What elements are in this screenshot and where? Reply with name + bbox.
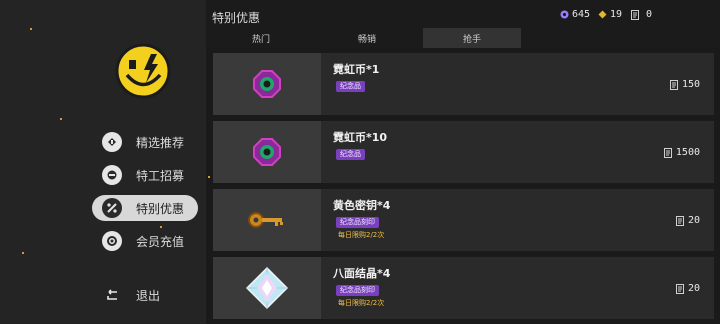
- page-title: 特别优惠: [212, 11, 261, 25]
- ticket-icon: [675, 215, 684, 226]
- coin-currency: 19: [598, 9, 622, 20]
- sidebar-item-label: 会员充值: [136, 234, 185, 249]
- daily-limit: 每日限购2/2次: [338, 231, 385, 239]
- sidebar-item-agent[interactable]: 特工招募: [92, 162, 198, 188]
- exit-label: 退出: [136, 288, 161, 303]
- tab-label: 热门: [251, 34, 270, 45]
- sidebar-item-offer[interactable]: 特别优惠: [92, 195, 198, 221]
- tab-bestseller[interactable]: 畅销: [318, 28, 416, 48]
- coin-icon: [598, 10, 607, 19]
- ticket-currency: 0: [631, 9, 652, 20]
- offer-icon: [102, 198, 122, 218]
- ticket-count: 0: [646, 9, 653, 20]
- ticket-icon: [669, 79, 678, 90]
- gem-currency: 645: [560, 9, 590, 20]
- product-card[interactable]: 霓虹币*1 纪念品 150: [213, 53, 714, 115]
- sidebar-item-member[interactable]: 会员充值: [92, 228, 198, 254]
- octahedron-crystal-icon: [245, 266, 289, 310]
- smiley-lightning-logo: [115, 43, 171, 99]
- ticket-icon: [631, 9, 639, 20]
- sidebar: 精选推荐 特工招募 特别优惠 会员充值 退出: [0, 0, 206, 324]
- decor-speck: [30, 28, 32, 30]
- recommend-icon: [102, 132, 122, 152]
- coin-count: 19: [610, 9, 623, 20]
- gem-icon: [560, 10, 569, 19]
- product-name: 霓虹币*1: [333, 63, 380, 76]
- member-icon: [102, 231, 122, 251]
- price: 20: [675, 215, 700, 226]
- decor-speck: [22, 252, 24, 254]
- price: 150: [669, 79, 700, 90]
- sidebar-item-label: 特工招募: [136, 168, 185, 183]
- souvenir-tag: 纪念品: [336, 81, 365, 92]
- price-value: 20: [687, 283, 700, 294]
- product-thumb: [213, 121, 321, 183]
- product-name: 八面结晶*4: [333, 267, 391, 280]
- product-name: 霓虹币*10: [333, 131, 388, 144]
- ticket-icon: [663, 147, 672, 158]
- exit-icon: [102, 285, 122, 305]
- product-list: 霓虹币*1 纪念品 150 霓虹币*10 纪念品 1500 黄色密钥*4 纪念品…: [206, 48, 720, 324]
- product-thumb: [213, 257, 321, 319]
- daily-limit: 每日限购2/2次: [338, 299, 385, 307]
- price: 1500: [663, 147, 700, 158]
- product-thumb: [213, 53, 321, 115]
- exit-button[interactable]: 退出: [92, 282, 198, 308]
- product-card[interactable]: 黄色密钥*4 纪念品刻印 每日限购2/2次 20: [213, 189, 714, 251]
- gem-count: 645: [572, 9, 591, 20]
- souvenir-tag: 纪念品: [336, 149, 365, 160]
- tab-label: 抢手: [462, 34, 481, 45]
- decor-speck: [60, 118, 62, 120]
- tab-hot[interactable]: 热门: [212, 28, 310, 48]
- sidebar-item-label: 精选推荐: [136, 135, 185, 150]
- neon-coin-icon: [253, 138, 281, 166]
- decor-speck: [208, 176, 210, 178]
- engraving-tag: 纪念品刻印: [336, 285, 379, 296]
- product-card[interactable]: 八面结晶*4 纪念品刻印 每日限购2/2次 20: [213, 257, 714, 319]
- product-card[interactable]: 霓虹币*10 纪念品 1500: [213, 121, 714, 183]
- yellow-key-icon: [248, 212, 283, 228]
- engraving-tag: 纪念品刻印: [336, 217, 379, 228]
- price: 20: [675, 283, 700, 294]
- tab-label: 畅销: [357, 34, 376, 45]
- sidebar-item-recommend[interactable]: 精选推荐: [92, 129, 198, 155]
- neon-coin-icon: [253, 70, 281, 98]
- ticket-icon: [675, 283, 684, 294]
- tab-popular[interactable]: 抢手: [423, 28, 521, 48]
- agent-icon: [102, 165, 122, 185]
- price-value: 20: [687, 215, 700, 226]
- price-value: 150: [681, 79, 700, 90]
- product-name: 黄色密钥*4: [333, 199, 391, 212]
- sidebar-item-label: 特别优惠: [136, 201, 185, 216]
- product-thumb: [213, 189, 321, 251]
- price-value: 1500: [675, 147, 700, 158]
